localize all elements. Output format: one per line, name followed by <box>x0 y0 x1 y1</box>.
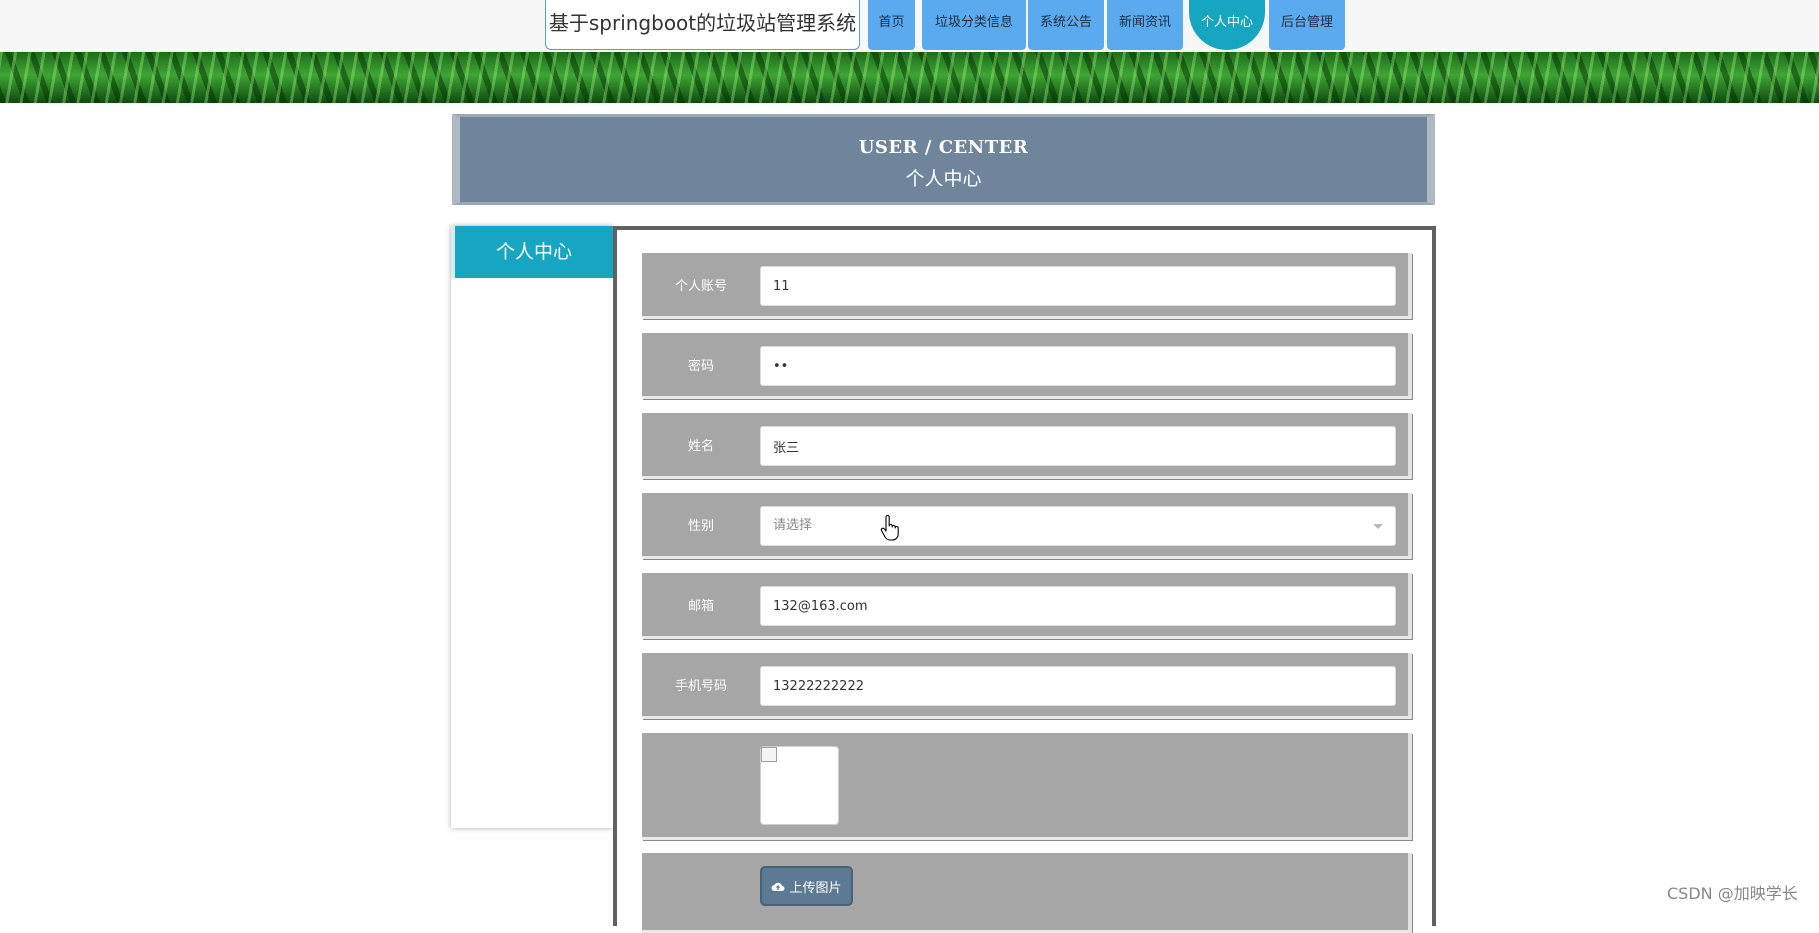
top-navbar: 基于springboot的垃圾站管理系统 首页 垃圾分类信息 系统公告 新闻资讯… <box>0 0 1819 52</box>
nav-news[interactable]: 新闻资讯 <box>1107 0 1183 50</box>
phone-input[interactable] <box>760 666 1396 706</box>
email-label: 邮箱 <box>687 599 714 614</box>
name-input[interactable] <box>760 426 1396 466</box>
form-row-email: 邮箱 <box>642 573 1412 639</box>
upload-image-button[interactable]: 上传图片 <box>760 866 853 906</box>
account-input[interactable] <box>760 266 1396 306</box>
gender-select[interactable]: 请选择 <box>760 506 1396 546</box>
account-label: 个人账号 <box>674 279 727 294</box>
site-title: 基于springboot的垃圾站管理系统 <box>545 0 860 50</box>
gender-select-placeholder: 请选择 <box>773 518 813 533</box>
upload-button-label: 上传图片 <box>789 880 842 896</box>
form-row-account: 个人账号 <box>642 253 1412 319</box>
name-label: 姓名 <box>687 439 714 454</box>
cloud-upload-icon <box>771 882 785 891</box>
page-title-en: USER / CENTER <box>858 137 1029 158</box>
form-row-password: 密码 <box>642 333 1412 399</box>
phone-label: 手机号码 <box>674 679 727 694</box>
form-row-upload: 上传图片 <box>642 853 1412 933</box>
avatar-preview[interactable] <box>760 746 839 825</box>
sidebar-item-user-center[interactable]: 个人中心 <box>451 226 613 278</box>
form-row-phone: 手机号码 <box>642 653 1412 719</box>
hand-pointer-icon <box>880 515 899 541</box>
page-title-cn: 个人中心 <box>905 168 982 190</box>
watermark: CSDN @加映学长 <box>1667 884 1798 903</box>
password-label: 密码 <box>687 359 714 374</box>
nav-garbage-classification[interactable]: 垃圾分类信息 <box>922 0 1026 50</box>
page-header: USER / CENTER 个人中心 <box>452 114 1435 205</box>
form-row-gender: 性别 请选择 <box>642 493 1412 559</box>
form-row-avatar <box>642 733 1412 840</box>
chevron-down-icon <box>1373 524 1383 529</box>
email-input[interactable] <box>760 586 1396 626</box>
form-row-name: 姓名 <box>642 413 1412 479</box>
profile-form-panel: 个人账号 密码 姓名 性别 请选择 邮箱 手机号码 <box>613 226 1436 933</box>
broken-image-icon <box>761 747 777 762</box>
sidebar: 个人中心 <box>451 226 613 828</box>
nav-announcements[interactable]: 系统公告 <box>1028 0 1104 50</box>
nav-admin[interactable]: 后台管理 <box>1269 0 1345 50</box>
nav-user-center[interactable]: 个人中心 <box>1189 0 1265 50</box>
password-input[interactable] <box>760 346 1396 386</box>
banner-image <box>0 52 1819 103</box>
nav-home[interactable]: 首页 <box>868 0 915 50</box>
gender-label: 性别 <box>687 519 714 534</box>
